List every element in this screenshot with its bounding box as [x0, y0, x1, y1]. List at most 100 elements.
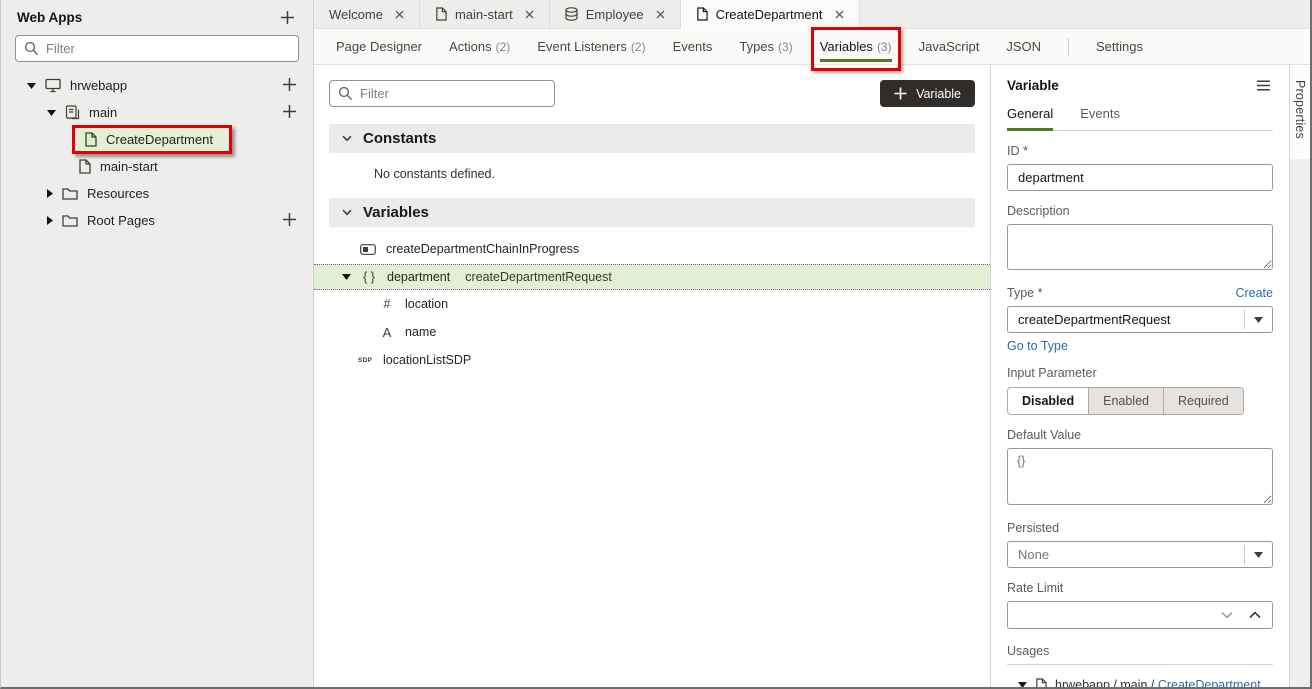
close-icon[interactable]: [395, 10, 404, 19]
panel-title: Variable: [1007, 78, 1059, 93]
persisted-label: Persisted: [1007, 521, 1273, 535]
variable-row[interactable]: # location: [329, 290, 975, 318]
search-icon: [24, 41, 39, 56]
tab-events[interactable]: Events: [673, 29, 713, 64]
close-icon[interactable]: [835, 10, 844, 19]
caret-down-icon[interactable]: [47, 110, 56, 116]
tab-createdepartment[interactable]: CreateDepartment: [681, 0, 860, 29]
tab-actions[interactable]: Actions(2): [449, 29, 510, 64]
sdp-type-icon: SDP: [357, 357, 373, 364]
tab-employee[interactable]: Employee: [550, 0, 681, 28]
variable-row[interactable]: createDepartmentChainInProgress: [329, 235, 975, 263]
tab-variables[interactable]: Variables (3): [820, 29, 892, 64]
variables-editor-pane: Variable Constants No constants defined.…: [314, 65, 991, 687]
default-value-label: Default Value: [1007, 428, 1273, 442]
variables-section-header[interactable]: Variables: [329, 198, 975, 227]
tab-label: JSON: [1006, 39, 1041, 54]
tree-item-label: CreateDepartment: [106, 132, 213, 147]
properties-panel: Variable General Events ID * Description…: [991, 65, 1289, 687]
chevron-down-icon[interactable]: [1221, 611, 1233, 619]
persisted-select-value: None: [1008, 547, 1244, 562]
variable-row[interactable]: A name: [329, 318, 975, 346]
tab-javascript[interactable]: JavaScript: [919, 29, 980, 64]
usage-path: hrwebapp / main /: [1055, 678, 1158, 687]
sidebar-filter-input[interactable]: [46, 41, 290, 56]
rate-limit-field[interactable]: [1007, 601, 1273, 629]
default-value-field[interactable]: {}: [1007, 448, 1273, 505]
tab-divider: [1068, 38, 1069, 56]
tree-item-resources[interactable]: Resources: [1, 180, 313, 207]
sidebar-title: Web Apps: [17, 10, 82, 25]
id-field[interactable]: [1007, 164, 1273, 191]
monitor-icon: [45, 78, 61, 93]
create-type-link[interactable]: Create: [1235, 286, 1273, 300]
caret-down-icon[interactable]: [342, 274, 351, 280]
tree-item-main[interactable]: main: [1, 99, 313, 126]
tab-settings[interactable]: Settings: [1096, 29, 1143, 64]
type-select[interactable]: createDepartmentRequest: [1007, 306, 1273, 333]
usage-path-link[interactable]: CreateDepartment: [1158, 678, 1261, 687]
tree-item-root-pages[interactable]: Root Pages: [1, 207, 313, 234]
go-to-type-link[interactable]: Go to Type: [1007, 339, 1068, 353]
tree-item-label: hrwebapp: [70, 78, 127, 93]
menu-icon[interactable]: [1254, 78, 1273, 93]
variables-list: createDepartmentChainInProgress { } depa…: [329, 235, 975, 374]
chevron-down-icon: [342, 135, 352, 142]
constants-section-header[interactable]: Constants: [329, 124, 975, 153]
sidebar-filter[interactable]: [15, 35, 299, 62]
dropdown-arrow-icon[interactable]: [1245, 552, 1272, 558]
variables-filter-input[interactable]: [360, 86, 546, 101]
tab-label: Settings: [1096, 39, 1143, 54]
tab-page-designer[interactable]: Page Designer: [336, 29, 422, 64]
variable-name: createDepartmentChainInProgress: [386, 242, 579, 256]
close-icon[interactable]: [525, 10, 534, 19]
option-disabled[interactable]: Disabled: [1008, 388, 1088, 414]
add-page-button[interactable]: [280, 102, 299, 121]
add-web-app-button[interactable]: [278, 8, 297, 27]
variable-name: location: [405, 297, 448, 311]
option-enabled[interactable]: Enabled: [1088, 388, 1163, 414]
tree-item-main-start[interactable]: main-start: [1, 153, 313, 180]
rail-tab-label: Properties: [1293, 80, 1307, 139]
tree-item-label: main-start: [100, 159, 158, 174]
dropdown-arrow-icon[interactable]: [1245, 317, 1272, 323]
rate-limit-label: Rate Limit: [1007, 581, 1273, 595]
add-variable-label: Variable: [916, 87, 961, 101]
caret-right-icon[interactable]: [47, 189, 53, 198]
variable-type: createDepartmentRequest: [465, 270, 612, 284]
persisted-select[interactable]: None: [1007, 541, 1273, 568]
caret-down-icon[interactable]: [1018, 682, 1027, 687]
tab-count: (2): [496, 40, 511, 54]
variable-row-selected[interactable]: { } department createDepartmentRequest: [314, 264, 990, 290]
option-required[interactable]: Required: [1163, 388, 1243, 414]
web-apps-tree: hrwebapp main CreateDepartment main-star…: [1, 72, 313, 234]
add-flow-button[interactable]: [280, 75, 299, 94]
add-root-page-button[interactable]: [280, 210, 299, 229]
tab-general[interactable]: General: [1007, 106, 1053, 130]
selected-tree-item[interactable]: CreateDepartment: [78, 129, 225, 150]
variables-filter[interactable]: [329, 80, 555, 107]
type-select-value: createDepartmentRequest: [1008, 312, 1244, 327]
tree-item-hrwebapp[interactable]: hrwebapp: [1, 72, 313, 99]
chevron-up-icon[interactable]: [1249, 611, 1261, 619]
tab-welcome[interactable]: Welcome: [314, 0, 420, 28]
tab-events[interactable]: Events: [1080, 106, 1120, 130]
tab-count: (2): [631, 40, 646, 54]
tree-item-createdepartment[interactable]: CreateDepartment: [1, 126, 313, 153]
tab-properties-vertical[interactable]: Properties: [1290, 65, 1310, 159]
variable-row[interactable]: SDP locationListSDP: [329, 346, 975, 374]
add-variable-button[interactable]: Variable: [880, 80, 975, 107]
input-parameter-label: Input Parameter: [1007, 366, 1273, 380]
tab-event-listeners[interactable]: Event Listeners(2): [537, 29, 645, 64]
tab-main-start[interactable]: main-start: [420, 0, 550, 28]
usage-root-row[interactable]: hrwebapp / main / CreateDepartment: [1007, 678, 1273, 687]
caret-down-icon[interactable]: [27, 83, 36, 89]
active-tab-underline: [820, 59, 892, 62]
tab-json[interactable]: JSON: [1006, 29, 1041, 64]
editor-tab-bar: Page Designer Actions(2) Event Listeners…: [314, 29, 1310, 65]
tab-types[interactable]: Types(3): [739, 29, 792, 64]
close-icon[interactable]: [656, 10, 665, 19]
type-label: Type *: [1007, 286, 1042, 300]
description-field[interactable]: [1007, 224, 1273, 270]
caret-right-icon[interactable]: [47, 216, 53, 225]
